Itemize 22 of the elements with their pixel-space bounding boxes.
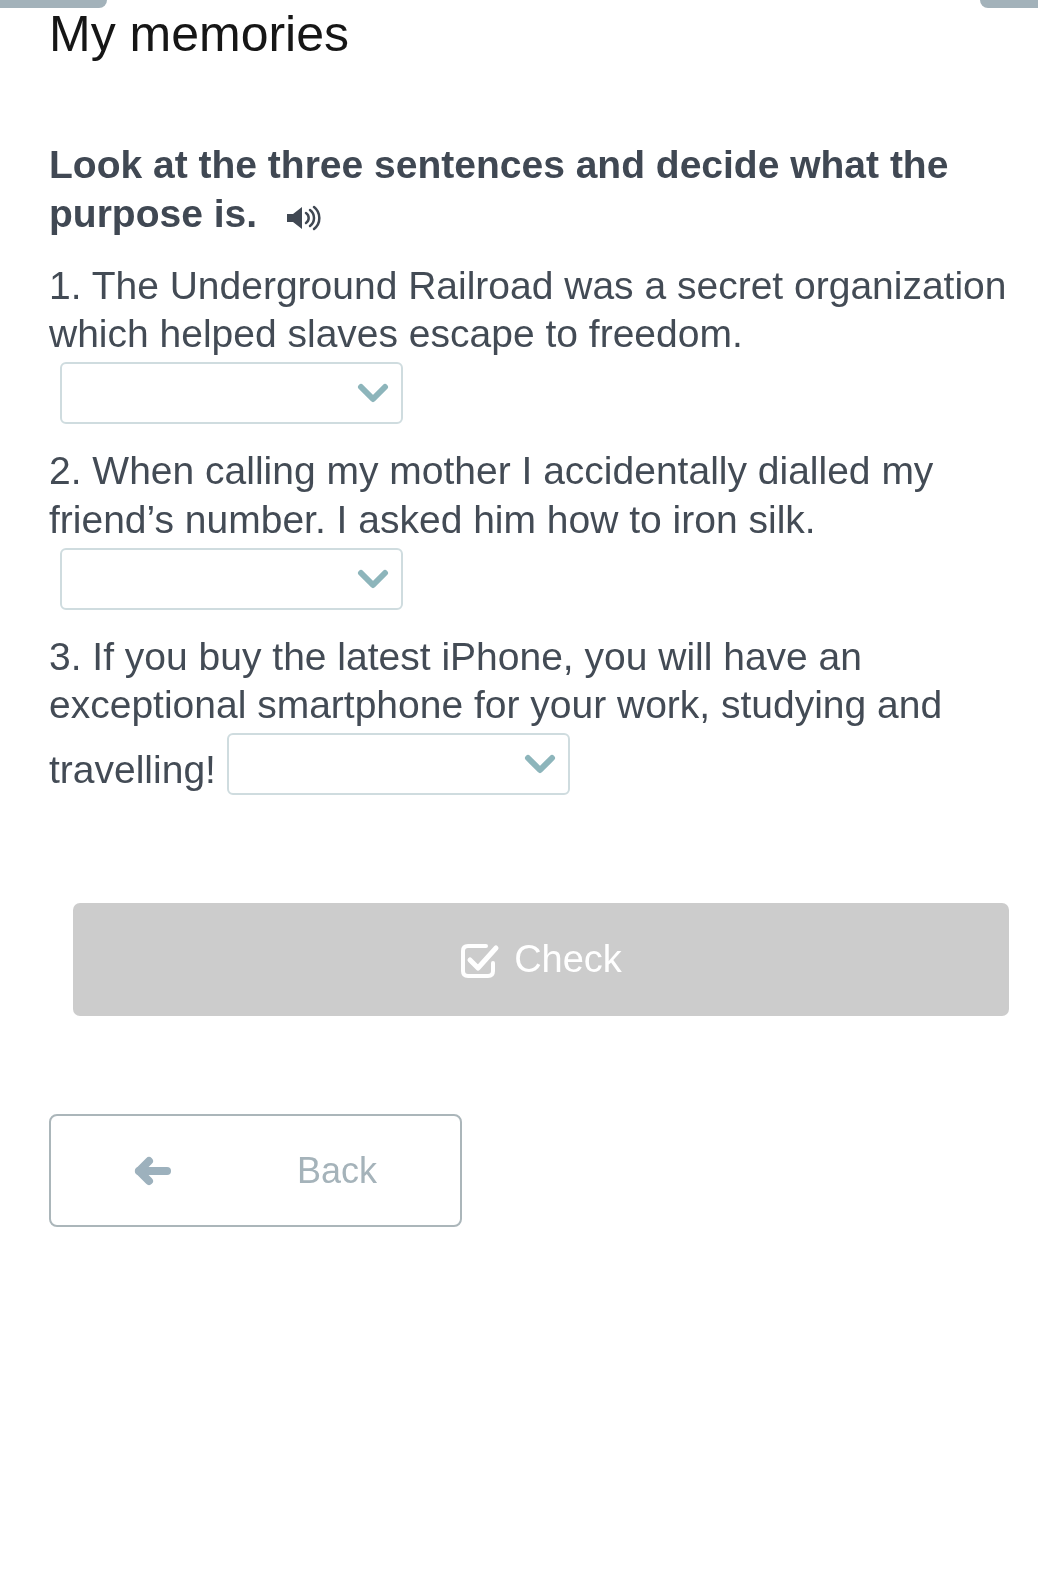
chevron-down-icon [357,383,389,403]
chevron-down-icon [523,754,556,774]
button-edge[interactable] [980,0,1038,8]
arrow-left-icon [133,1155,171,1186]
answer-dropdown[interactable] [60,547,403,610]
answer-dropdown[interactable] [226,733,570,795]
sentence-text: which helped slaves escape to freedom. [49,312,743,356]
back-button[interactable]: Back [49,1114,462,1227]
instruction-text: Look at the three sentences and decide what the [49,142,949,188]
chevron-down-icon [357,568,389,589]
button-edge[interactable] [0,0,107,8]
speaker-icon[interactable] [285,204,323,231]
sentence-text: travelling! [49,748,216,792]
sentence-text: friend’s number. I asked him how to iron silk. [49,497,816,541]
sentence-text: 1. The Underground Railroad was a secret organization [49,262,1007,309]
sentence-text: 2. When calling my mother I accidentally dialled my [49,448,934,494]
sentence-text: exceptional smartphone for your work, studying and [49,682,943,729]
page-title: My memories [49,9,351,59]
instruction-text: purpose is. [49,191,258,235]
sentence-text: 3. If you buy the latest iPhone, you will have an [49,633,862,680]
check-square-icon [460,941,501,978]
answer-dropdown[interactable] [60,362,403,424]
